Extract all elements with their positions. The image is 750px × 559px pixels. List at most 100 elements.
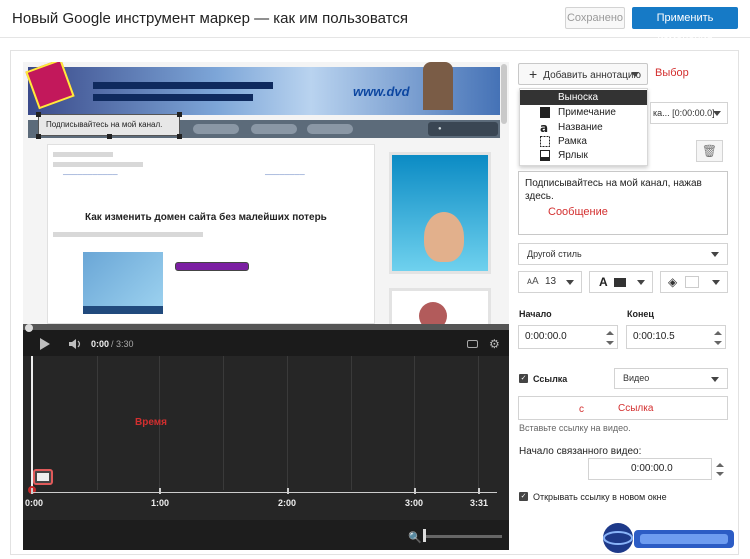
related-time-up-icon[interactable]	[716, 463, 724, 467]
menu-item-frame[interactable]: Рамка	[520, 134, 647, 149]
style-select[interactable]: Другой стиль	[518, 243, 728, 265]
text-color-swatch	[614, 278, 626, 287]
label-icon	[540, 150, 550, 161]
video-frame[interactable]: www.dvd ● Подписывайтесь на мой канал. ─…	[23, 62, 509, 330]
blog-nav-item	[251, 124, 297, 134]
banner-dvd-logo: www.dvd	[353, 84, 410, 99]
red-choice-note: Выбор	[655, 67, 689, 79]
end-time-input[interactable]: 0:00:10.5	[626, 325, 726, 349]
end-time-down-icon[interactable]	[714, 341, 722, 345]
new-window-checkbox[interactable]: ✓	[519, 492, 528, 501]
link-hint: Вставьте ссылку на видео.	[519, 423, 631, 433]
red-link-note: Ссылка	[618, 403, 654, 414]
chevron-down-icon	[711, 377, 719, 382]
chevron-down-icon	[711, 252, 719, 257]
chevron-down-icon	[713, 111, 721, 116]
timeline-tick	[478, 488, 480, 494]
video-progress-bar[interactable]	[23, 324, 509, 330]
resize-handle[interactable]	[36, 112, 41, 117]
resize-handle[interactable]	[36, 134, 41, 139]
delete-annotation-button[interactable]: 🗑	[696, 140, 723, 162]
chevron-down-icon	[712, 280, 720, 285]
menu-item-label: Выноска	[558, 92, 599, 103]
annotation-select-value: ка... [0:00:00.0]	[653, 108, 715, 118]
annotation-marker-icon	[37, 473, 49, 481]
red-c-note: с	[579, 404, 584, 415]
timeline-grid-line	[97, 356, 98, 490]
blog-post-title: Как изменить домен сайта без малейших по…	[85, 212, 327, 223]
timeline-label: 1:00	[151, 498, 170, 508]
start-time-label: Начало	[519, 309, 552, 319]
timeline-axis	[31, 492, 497, 493]
menu-item-title[interactable]: a Название	[520, 120, 647, 135]
sidebar-ad-photo	[424, 212, 464, 262]
new-window-label: Открывать ссылку в новом окне	[533, 492, 667, 502]
background-color-select[interactable]: ◈	[660, 271, 728, 293]
font-size-icon: ᴀA	[527, 276, 539, 287]
end-time-label: Конец	[627, 309, 654, 319]
blog-text-line	[53, 152, 113, 157]
menu-item-callout[interactable]: Выноска	[520, 90, 647, 105]
style-select-value: Другой стиль	[527, 249, 582, 259]
timeline-tick	[159, 488, 161, 494]
page-title: Новый Google инструмент маркер — как им …	[12, 10, 408, 27]
svg-text:a: a	[540, 122, 548, 133]
annotation-callout[interactable]: Подписывайтесь на мой канал.	[38, 114, 180, 136]
timeline-label: 2:00	[278, 498, 297, 508]
video-scrollbar	[501, 64, 507, 124]
resize-handle[interactable]	[107, 134, 112, 139]
timeline-grid-line	[478, 356, 479, 490]
video-progress-knob[interactable]	[25, 324, 33, 332]
timeline-zoom-slider[interactable]	[424, 535, 502, 538]
volume-icon[interactable]	[68, 338, 84, 350]
banner-decor	[93, 94, 253, 101]
font-size-value: 13	[545, 276, 557, 287]
post-tag	[175, 262, 249, 271]
menu-item-note[interactable]: Примечание	[520, 105, 647, 120]
blog-link: ────────	[265, 172, 305, 179]
timeline-tick	[414, 488, 416, 494]
resize-handle[interactable]	[177, 134, 182, 139]
add-annotation-button[interactable]: + Добавить аннотацию	[518, 63, 648, 85]
start-time-down-icon[interactable]	[606, 341, 614, 345]
video-player[interactable]: www.dvd ● Подписывайтесь на мой канал. ─…	[23, 62, 509, 550]
time-total: / 3:30	[111, 339, 134, 349]
annotation-text-area[interactable]: Подписывайтесь на мой канал, нажав здесь…	[518, 171, 728, 235]
menu-item-label: Название	[558, 122, 603, 133]
resize-handle[interactable]	[177, 112, 182, 117]
blog-search: ●	[428, 122, 498, 136]
fill-bucket-icon: ◈	[668, 275, 678, 289]
link-type-select[interactable]: Видео	[614, 368, 728, 389]
timeline-label: 0:00	[25, 498, 44, 508]
blog-text-line	[53, 232, 203, 237]
annotation-select[interactable]: ка... [0:00:00.0]	[650, 102, 728, 124]
related-start-input[interactable]: 0:00:00.0	[588, 458, 712, 480]
link-label: Ссылка	[533, 374, 568, 384]
apply-changes-button[interactable]: Применить изменения	[632, 7, 738, 46]
timeline-label: 3:31	[470, 498, 489, 508]
plus-icon: +	[529, 66, 538, 82]
settings-gear-icon[interactable]: ⚙	[489, 337, 500, 351]
timeline-zoom-knob[interactable]	[423, 529, 426, 542]
menu-item-label-type[interactable]: Ярлык	[520, 148, 647, 163]
author-photo	[423, 62, 453, 110]
link-checkbox[interactable]: ✓	[519, 374, 528, 383]
text-color-icon: A	[599, 275, 608, 289]
text-color-select[interactable]: A	[589, 271, 653, 293]
page-header: Новый Google инструмент маркер — как им …	[0, 0, 750, 46]
end-time-up-icon[interactable]	[714, 331, 722, 335]
start-time-up-icon[interactable]	[606, 331, 614, 335]
chevron-down-icon	[631, 72, 639, 77]
chevron-down-icon	[566, 280, 574, 285]
play-icon[interactable]	[40, 338, 50, 350]
captions-icon[interactable]	[467, 340, 478, 348]
font-size-select[interactable]: ᴀA 13	[518, 271, 582, 293]
time-current: 0:00	[91, 339, 110, 349]
blog-nav-item	[307, 124, 353, 134]
start-time-input[interactable]: 0:00:00.0	[518, 325, 618, 349]
timeline-grid-line	[223, 356, 224, 490]
saved-button[interactable]: Сохранено	[565, 7, 625, 29]
link-type-value: Видео	[623, 373, 650, 383]
related-time-down-icon[interactable]	[716, 472, 724, 476]
menu-item-label: Рамка	[558, 136, 587, 147]
